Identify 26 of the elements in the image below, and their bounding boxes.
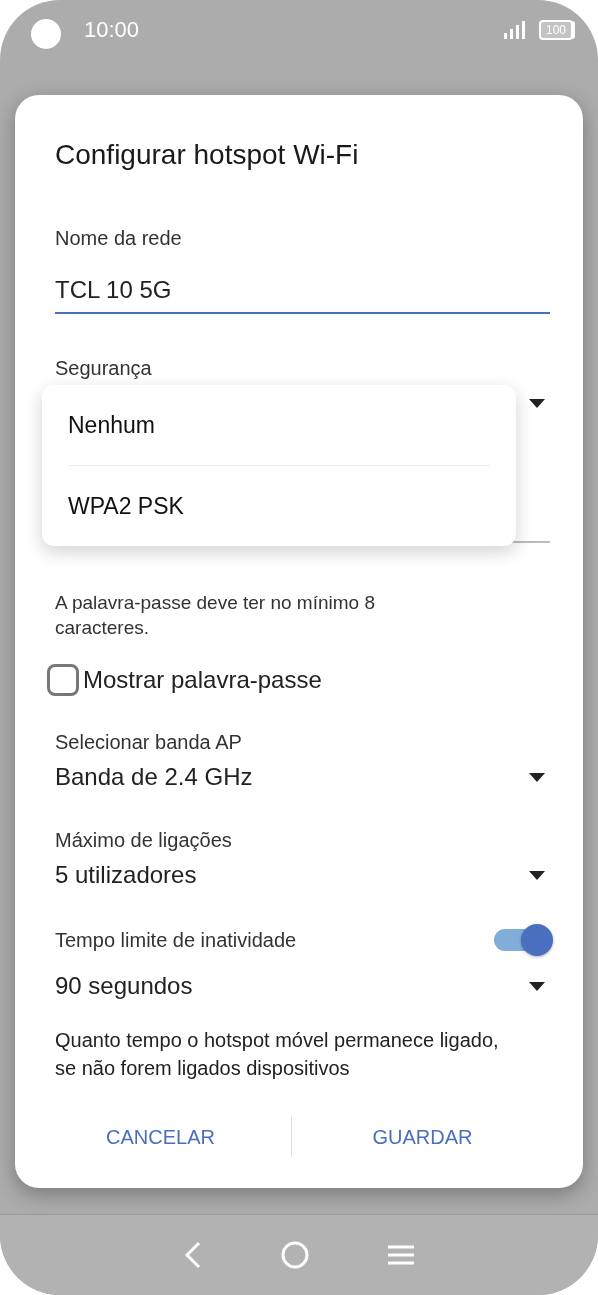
field-label: Nome da rede xyxy=(55,226,183,251)
menu-option[interactable]: WPA2 PSK xyxy=(42,466,516,546)
dropdown-arrow-icon[interactable] xyxy=(529,398,545,408)
password-hint: A palavra-passe deve ter no mínimo 8 caracteres. xyxy=(55,591,376,640)
dropdown[interactable]: 90 segundos xyxy=(55,968,553,1004)
dropdown[interactable]: 5 utilizadores xyxy=(55,857,553,893)
field-label: Tempo limite de inatividade xyxy=(55,928,297,953)
dialog-button[interactable]: CANCELAR xyxy=(30,1109,291,1165)
dropdown-arrow-icon xyxy=(529,870,545,880)
signal-icon xyxy=(503,21,525,39)
dialog-button[interactable]: GUARDAR xyxy=(292,1109,553,1165)
field-label: Segurança xyxy=(55,356,153,381)
checkbox[interactable] xyxy=(47,664,79,696)
dialog-title: Configurar hotspot Wi-Fi xyxy=(55,138,360,172)
battery-level: 100 xyxy=(538,20,573,40)
dropdown-arrow-icon xyxy=(529,772,545,782)
field-label: Selecionar banda AP xyxy=(55,730,243,755)
menu-option[interactable]: Nenhum xyxy=(42,385,516,465)
dropdown[interactable]: Banda de 2.4 GHz xyxy=(55,759,553,795)
dropdown-arrow-icon xyxy=(529,981,545,991)
camera-hole xyxy=(31,19,61,49)
field-label: Máximo de ligações xyxy=(55,828,233,853)
status-time: 10:00 xyxy=(84,17,141,43)
timeout-description: Quanto tempo o hotspot móvel permanece ligado, se não forem ligados dispositivos xyxy=(55,1028,500,1081)
input-field[interactable]: TCL 10 5G xyxy=(55,272,550,314)
checkbox-label: Mostrar palavra-passe xyxy=(83,666,322,694)
